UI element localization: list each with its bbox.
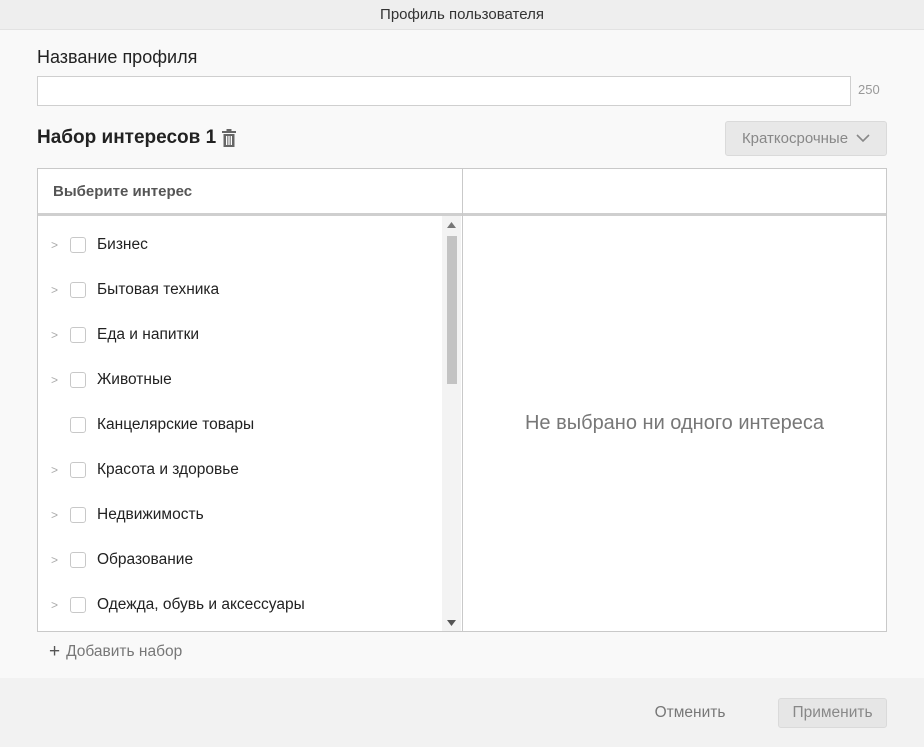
chevron-right-icon[interactable]: >: [51, 553, 58, 567]
plus-icon: +: [49, 641, 61, 662]
interest-checkbox[interactable]: [70, 281, 86, 298]
chevron-right-icon[interactable]: >: [51, 283, 58, 297]
interest-label: Красота и здоровье: [97, 460, 239, 478]
interest-set-header: Набор интересов 1: [37, 127, 238, 149]
interest-list-scrollbar[interactable]: [442, 216, 461, 631]
scroll-down-arrow-icon[interactable]: [442, 614, 461, 631]
selected-interests-header: [463, 169, 886, 216]
cancel-button[interactable]: Отменить: [640, 698, 740, 728]
chevron-right-icon[interactable]: >: [51, 463, 58, 477]
add-set-label: Добавить набор: [66, 642, 183, 660]
interest-label: Животные: [97, 370, 172, 388]
list-item[interactable]: > Одежда, обувь и аксессуары: [38, 582, 438, 627]
profile-name-label: Название профиля: [37, 47, 198, 67]
apply-button[interactable]: Применить: [778, 698, 887, 728]
interest-label: Образование: [97, 550, 194, 568]
chevron-right-icon[interactable]: >: [51, 373, 58, 387]
interest-label: Одежда, обувь и аксессуары: [97, 595, 305, 613]
interest-checkbox[interactable]: [70, 416, 86, 433]
chevron-down-icon: [856, 134, 870, 143]
available-interests-header: Выберите интерес: [38, 169, 462, 216]
available-interests-column: Выберите интерес > Бизнес > Бытовая техн…: [38, 169, 463, 631]
add-set-button[interactable]: + Добавить набор: [49, 642, 182, 661]
profile-name-char-limit: 250: [858, 82, 880, 97]
interest-checkbox[interactable]: [70, 461, 86, 478]
interest-checkbox[interactable]: [70, 371, 86, 388]
profile-name-input[interactable]: [37, 76, 851, 106]
dialog-footer: Отменить Применить: [0, 678, 924, 747]
interest-checkbox[interactable]: [70, 551, 86, 568]
scrollbar-thumb[interactable]: [447, 236, 457, 384]
interest-label: Бизнес: [97, 235, 148, 253]
interest-checkbox[interactable]: [70, 236, 86, 253]
list-item[interactable]: > Бытовая техника: [38, 267, 438, 312]
window-title: Профиль пользователя: [380, 6, 544, 23]
list-item[interactable]: > Красота и здоровье: [38, 447, 438, 492]
interest-checkbox[interactable]: [70, 506, 86, 523]
selected-interests-column: Не выбрано ни одного интереса: [463, 169, 886, 631]
interest-label: Канцелярские товары: [97, 415, 255, 433]
list-item[interactable]: > Еда и напитки: [38, 312, 438, 357]
list-item[interactable]: > Недвижимость: [38, 492, 438, 537]
chevron-right-icon[interactable]: >: [51, 598, 58, 612]
scroll-up-arrow-icon[interactable]: [442, 216, 461, 233]
interest-label: Еда и напитки: [97, 325, 200, 343]
list-item[interactable]: > Бизнес: [38, 222, 438, 267]
interest-period-value: Краткосрочные: [741, 130, 849, 147]
interest-label: Бытовая техника: [97, 280, 220, 298]
interest-checkbox[interactable]: [70, 596, 86, 613]
chevron-right-icon[interactable]: >: [51, 328, 58, 342]
interest-period-dropdown[interactable]: Краткосрочные: [725, 121, 887, 156]
list-item[interactable]: > Образование: [38, 537, 438, 582]
interest-label: Недвижимость: [97, 505, 204, 523]
list-item[interactable]: > Животные: [38, 357, 438, 402]
list-item[interactable]: Канцелярские товары: [38, 402, 438, 447]
interest-list: > Бизнес > Бытовая техника > Еда и напит…: [38, 216, 462, 631]
chevron-right-icon[interactable]: >: [51, 508, 58, 522]
trash-icon[interactable]: [222, 128, 238, 148]
interest-selector-panel: Выберите интерес > Бизнес > Бытовая техн…: [37, 168, 887, 632]
window-title-bar: Профиль пользователя: [0, 0, 924, 30]
chevron-right-icon[interactable]: >: [51, 238, 58, 252]
interest-set-title: Набор интересов 1: [37, 127, 217, 148]
interest-checkbox[interactable]: [70, 326, 86, 343]
no-interests-selected-message: Не выбрано ни одного интереса: [524, 412, 825, 434]
